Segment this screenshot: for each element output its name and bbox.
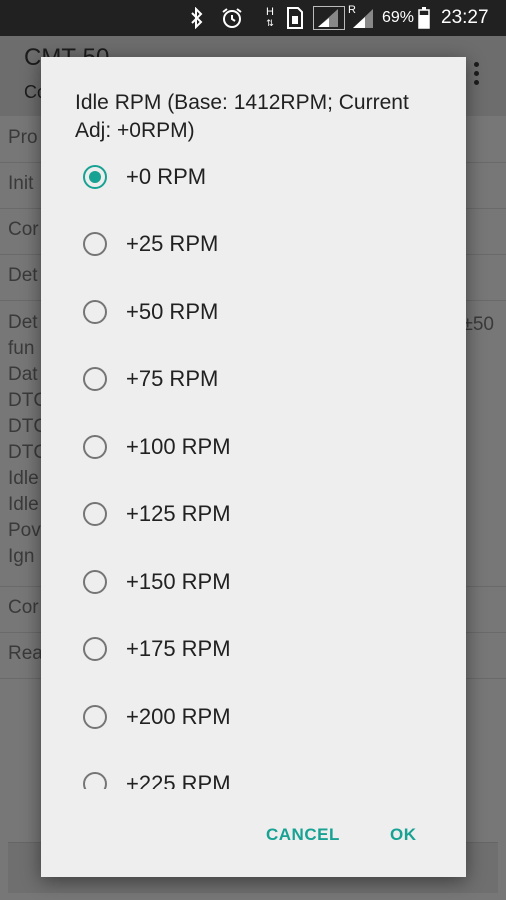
rpm-option-label: +75 RPM [126,366,219,391]
battery-percent: 69% [382,9,415,26]
radio-button[interactable] [83,232,107,256]
rpm-option-label: +150 RPM [126,569,231,594]
radio-button[interactable] [83,435,107,459]
radio-button[interactable] [83,300,107,324]
rpm-option-label: +175 RPM [126,636,231,661]
radio-button[interactable] [83,637,107,661]
bluetooth-icon [186,6,208,30]
list-item-label: Cor [8,219,39,240]
overflow-menu-icon[interactable] [474,62,480,88]
rpm-options-list[interactable]: +0 RPM +25 RPM +50 RPM +75 RPM +100 RPM … [41,145,466,789]
hplus-data-icon: H ⇅ [266,6,274,29]
idle-rpm-dialog: Idle RPM (Base: 1412RPM; Current Adj: +0… [41,57,466,877]
rpm-option[interactable]: +50 RPM [41,280,466,347]
alarm-icon [220,6,244,30]
rpm-option[interactable]: +25 RPM [41,212,466,279]
rpm-option-label: +125 RPM [126,501,231,526]
rpm-option-label: +225 RPM [126,771,231,789]
data-type-label: H [266,6,274,18]
rpm-option-label: +25 RPM [126,231,219,256]
roaming-signal-icon: R [348,4,376,30]
radio-button[interactable] [83,570,107,594]
rpm-option-label: +200 RPM [126,704,231,729]
roaming-label: R [348,4,356,16]
rpm-option[interactable]: +75 RPM [41,347,466,414]
radio-button[interactable] [83,367,107,391]
clock: 23:27 [441,7,489,28]
radio-button[interactable] [83,502,107,526]
signal-icon [313,6,345,30]
radio-button[interactable] [83,705,107,729]
radio-button-checked[interactable] [83,165,107,189]
list-item-label: Rea [8,643,43,664]
radio-button[interactable] [83,772,107,789]
cancel-button[interactable]: CANCEL [260,821,346,849]
rpm-option[interactable]: +100 RPM [41,415,466,482]
dialog-actions: CANCEL OK [41,809,466,859]
list-item-side-value: ±50 [462,314,494,335]
rpm-option[interactable]: +0 RPM [41,145,466,212]
list-item-label: Det [8,265,38,286]
status-bar: H ⇅ R 69% 23:27 [0,0,506,36]
rpm-option[interactable]: +125 RPM [41,482,466,549]
battery-icon [417,6,431,30]
rpm-option-label: +0 RPM [126,164,207,189]
rpm-option[interactable]: +150 RPM [41,550,466,617]
list-item-label: Cor [8,597,39,618]
ok-button[interactable]: OK [384,821,423,849]
rpm-option[interactable]: +200 RPM [41,685,466,752]
list-item-label: Pro [8,127,38,148]
rpm-option[interactable]: +225 RPM [41,752,466,789]
sim-icon [285,6,305,30]
list-item-label: Init [8,173,34,194]
rpm-option-label: +100 RPM [126,434,231,459]
dialog-title: Idle RPM (Base: 1412RPM; Current Adj: +0… [75,91,409,142]
rpm-option[interactable]: +175 RPM [41,617,466,684]
rpm-option-label: +50 RPM [126,299,219,324]
